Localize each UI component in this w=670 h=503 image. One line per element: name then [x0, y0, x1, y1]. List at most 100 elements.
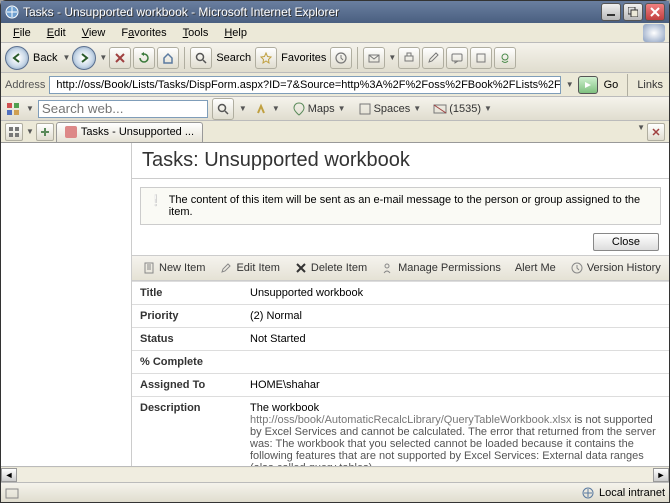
- version-icon: [570, 261, 584, 275]
- alert-me-action[interactable]: Alert Me: [509, 259, 562, 277]
- delete-item-action[interactable]: Delete Item: [288, 259, 373, 277]
- quicklaunch-pane: [1, 143, 131, 466]
- status-label: Status: [132, 328, 242, 351]
- menu-favorites[interactable]: Favorites: [113, 25, 174, 41]
- address-dropdown[interactable]: ▼: [566, 80, 574, 89]
- search-go-button[interactable]: [212, 98, 234, 120]
- address-bar: Address http://oss/Book/Lists/Tasks/Disp…: [1, 73, 669, 97]
- messenger-button[interactable]: [494, 47, 516, 69]
- row-title: Title Unsupported workbook: [132, 282, 669, 305]
- favorites-icon[interactable]: [255, 47, 277, 69]
- menu-tools[interactable]: Tools: [175, 25, 217, 41]
- delete-icon: [294, 261, 308, 275]
- new-item-action[interactable]: New Item: [136, 259, 211, 277]
- address-input[interactable]: http://oss/Book/Lists/Tasks/DispForm.asp…: [49, 76, 560, 94]
- address-label: Address: [5, 79, 45, 91]
- tabs-dropdown[interactable]: ▼: [637, 123, 645, 141]
- mail-dropdown[interactable]: ▼: [388, 53, 396, 62]
- minimize-button[interactable]: [601, 3, 621, 21]
- go-button[interactable]: [578, 76, 598, 94]
- row-assigned: Assigned To HOME\shahar: [132, 374, 669, 397]
- back-button[interactable]: [5, 46, 29, 70]
- maps-button[interactable]: Maps▼: [288, 102, 350, 116]
- zone-label: Local intranet: [599, 487, 665, 499]
- search-icon[interactable]: [190, 47, 212, 69]
- links-label[interactable]: Links: [637, 79, 663, 91]
- maximize-button[interactable]: [623, 3, 643, 21]
- notice-box: ❕ The content of this item will be sent …: [140, 187, 661, 225]
- blocked-button[interactable]: (1535)▼: [429, 102, 496, 116]
- search-input[interactable]: [38, 100, 208, 118]
- edit-item-action[interactable]: Edit Item: [213, 259, 285, 277]
- search-label[interactable]: Search: [216, 52, 251, 64]
- title-label: Title: [132, 282, 242, 305]
- description-label: Description: [132, 397, 242, 467]
- title-value: Unsupported workbook: [242, 282, 669, 305]
- description-link[interactable]: http://oss/book/AutomaticRecalcLibrary/Q…: [250, 414, 571, 426]
- new-tab-button[interactable]: [36, 123, 54, 141]
- spaces-button[interactable]: Spaces▼: [354, 102, 426, 116]
- stop-button[interactable]: [109, 47, 131, 69]
- assigned-value: HOME\shahar: [242, 374, 669, 397]
- menu-file[interactable]: File: [5, 25, 39, 41]
- close-tab-button[interactable]: [647, 123, 665, 141]
- tab-1[interactable]: Tasks - Unsupported ...: [56, 122, 203, 142]
- highlight-button[interactable]: ▼: [251, 102, 284, 116]
- search-toolbar: ▼ ▼ ▼ Maps▼ Spaces▼ (1535)▼: [1, 97, 669, 121]
- status-bar: Local intranet: [1, 482, 669, 502]
- new-icon: [142, 261, 156, 275]
- back-label: Back: [33, 52, 57, 64]
- tab-row: ▼ Tasks - Unsupported ... ▼: [1, 121, 669, 143]
- history-button[interactable]: [330, 47, 352, 69]
- version-history-action[interactable]: Version History: [564, 259, 667, 277]
- ie-icon: [5, 5, 19, 19]
- discuss-button[interactable]: [446, 47, 468, 69]
- edit-button[interactable]: [422, 47, 444, 69]
- assigned-label: Assigned To: [132, 374, 242, 397]
- security-zone[interactable]: Local intranet: [581, 486, 665, 500]
- scroll-right-arrow[interactable]: ►: [653, 468, 669, 482]
- edit-icon: [219, 261, 233, 275]
- research-button[interactable]: [470, 47, 492, 69]
- notice-text: The content of this item will be sent as…: [169, 194, 652, 218]
- print-button[interactable]: [398, 47, 420, 69]
- home-button[interactable]: [157, 47, 179, 69]
- back-dropdown[interactable]: ▼: [62, 53, 70, 62]
- complete-value: [242, 351, 669, 374]
- live-icon: [5, 101, 21, 117]
- row-complete: % Complete: [132, 351, 669, 374]
- row-priority: Priority (2) Normal: [132, 305, 669, 328]
- menubar: File Edit View Favorites Tools Help: [1, 23, 669, 43]
- manage-permissions-action[interactable]: Manage Permissions: [375, 259, 507, 277]
- permissions-icon: [381, 261, 395, 275]
- complete-label: % Complete: [132, 351, 242, 374]
- ie-logo: [643, 24, 665, 42]
- page-title: Tasks: Unsupported workbook: [132, 143, 669, 179]
- refresh-button[interactable]: [133, 47, 155, 69]
- forward-dropdown[interactable]: ▼: [99, 53, 107, 62]
- forward-button[interactable]: [72, 46, 96, 70]
- menu-edit[interactable]: Edit: [39, 25, 74, 41]
- intranet-icon: [581, 486, 595, 500]
- titlebar: Tasks - Unsupported workbook - Microsoft…: [1, 1, 669, 23]
- priority-value: (2) Normal: [242, 305, 669, 328]
- favorites-label[interactable]: Favorites: [281, 52, 326, 64]
- page: Tasks: Unsupported workbook ❕ The conten…: [131, 143, 669, 466]
- row-description: Description The workbook http://oss/book…: [132, 397, 669, 467]
- maps-label: Maps: [308, 103, 335, 115]
- scroll-left-arrow[interactable]: ◄: [1, 468, 17, 482]
- search-dropdown[interactable]: ▼: [239, 104, 247, 113]
- description-value: The workbook http://oss/book/AutomaticRe…: [242, 397, 669, 467]
- horizontal-scrollbar[interactable]: ◄ ►: [1, 466, 669, 482]
- menu-help[interactable]: Help: [216, 25, 255, 41]
- spaces-label: Spaces: [374, 103, 411, 115]
- mail-button[interactable]: [363, 47, 385, 69]
- close-window-button[interactable]: [645, 3, 665, 21]
- action-bar: New Item Edit Item Delete Item Manage Pe…: [132, 255, 669, 281]
- menu-view[interactable]: View: [74, 25, 114, 41]
- quicktabs-dropdown[interactable]: ▼: [26, 127, 34, 136]
- live-dropdown[interactable]: ▼: [26, 104, 34, 113]
- quicktabs-button[interactable]: [5, 123, 23, 141]
- priority-label: Priority: [132, 305, 242, 328]
- close-button[interactable]: Close: [593, 233, 659, 251]
